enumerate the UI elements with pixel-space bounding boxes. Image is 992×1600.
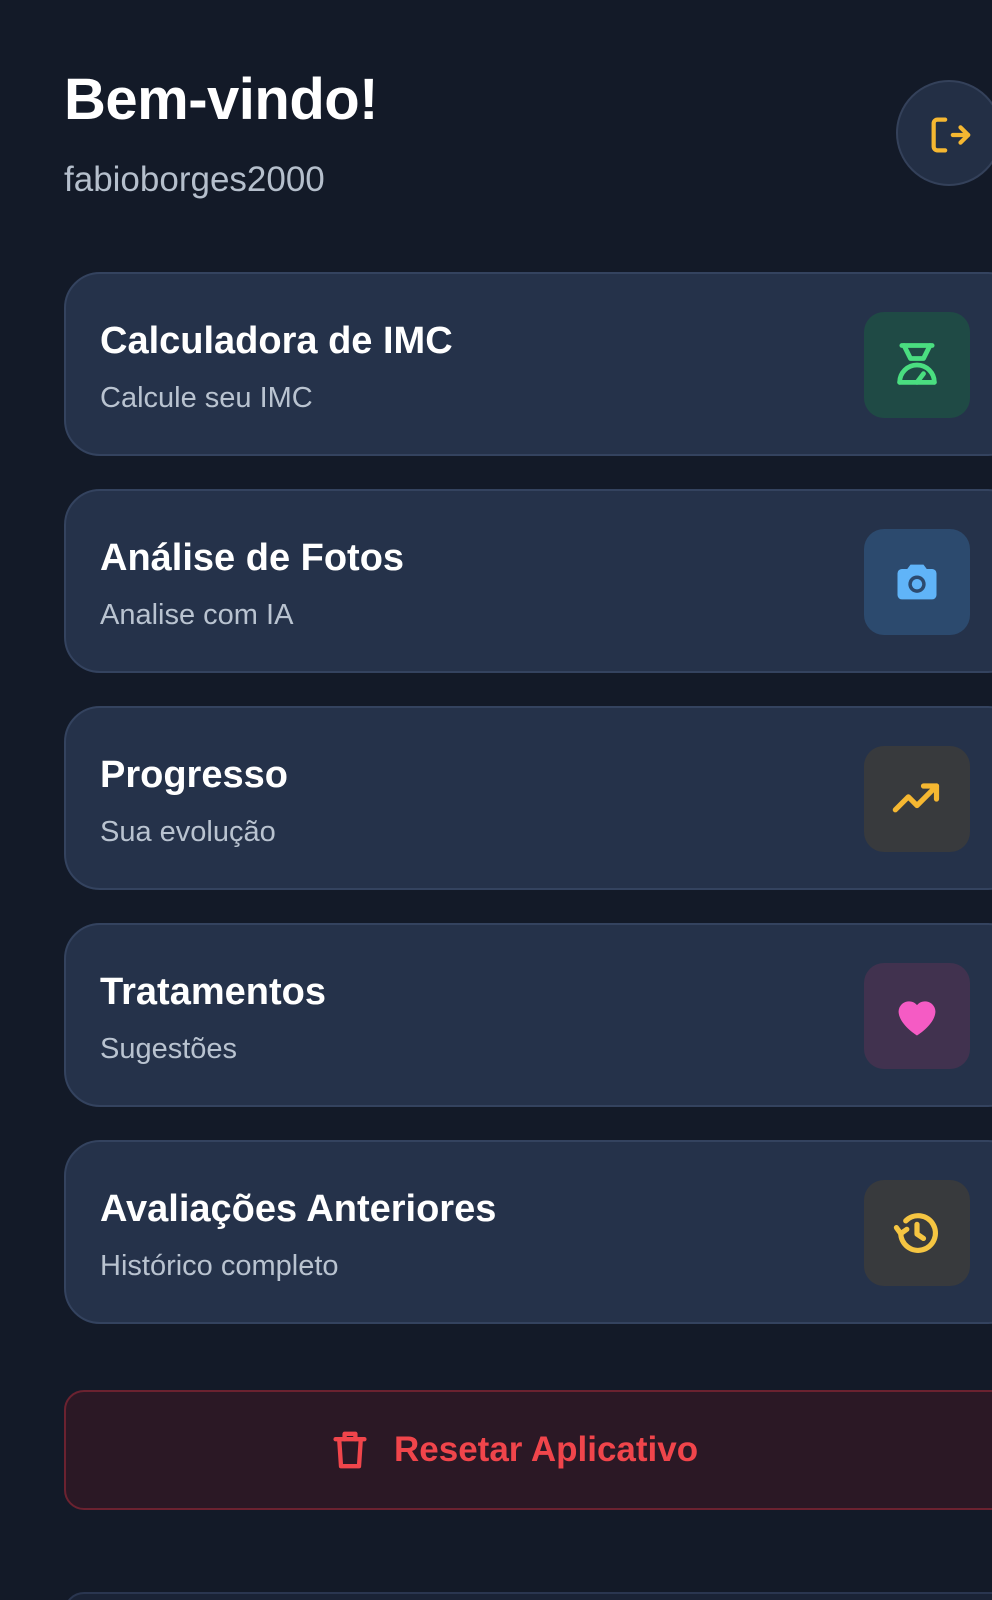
menu-card-progress[interactable]: Progresso Sua evolução xyxy=(64,706,992,890)
trash-icon xyxy=(332,1430,394,1470)
trending-up-icon xyxy=(864,746,970,852)
home-screen: Bem-vindo! fabioborges2000 Calculadora d… xyxy=(0,0,992,1600)
history-icon xyxy=(864,1180,970,1286)
menu-card-previous-assessments[interactable]: Avaliações Anteriores Histórico completo xyxy=(64,1140,992,1324)
card-subtitle: Sua evolução xyxy=(100,816,276,848)
card-subtitle: Calcule seu IMC xyxy=(100,382,313,414)
username: fabioborges2000 xyxy=(64,160,325,199)
card-title: Tratamentos xyxy=(100,971,326,1013)
camera-icon xyxy=(864,529,970,635)
next-card-edge xyxy=(64,1592,992,1600)
card-title: Calculadora de IMC xyxy=(100,320,453,362)
reset-app-button[interactable]: Resetar Aplicativo xyxy=(64,1390,992,1510)
card-title: Análise de Fotos xyxy=(100,537,405,579)
card-subtitle: Histórico completo xyxy=(100,1250,339,1282)
menu-card-imc-calculator[interactable]: Calculadora de IMC Calcule seu IMC xyxy=(64,272,992,456)
menu-card-treatments[interactable]: Tratamentos Sugestões xyxy=(64,923,992,1107)
menu-card-photo-analysis[interactable]: Análise de Fotos Analise com IA xyxy=(64,489,992,673)
logout-icon xyxy=(926,112,972,161)
heart-icon xyxy=(864,963,970,1069)
logout-button[interactable] xyxy=(896,80,992,186)
card-subtitle: Sugestões xyxy=(100,1033,238,1065)
page-title: Bem-vindo! xyxy=(64,67,379,132)
card-title: Avaliações Anteriores xyxy=(100,1188,497,1230)
scale-icon xyxy=(864,312,970,418)
reset-app-label: Resetar Aplicativo xyxy=(394,1430,699,1469)
card-title: Progresso xyxy=(100,754,288,796)
card-subtitle: Analise com IA xyxy=(100,599,294,631)
